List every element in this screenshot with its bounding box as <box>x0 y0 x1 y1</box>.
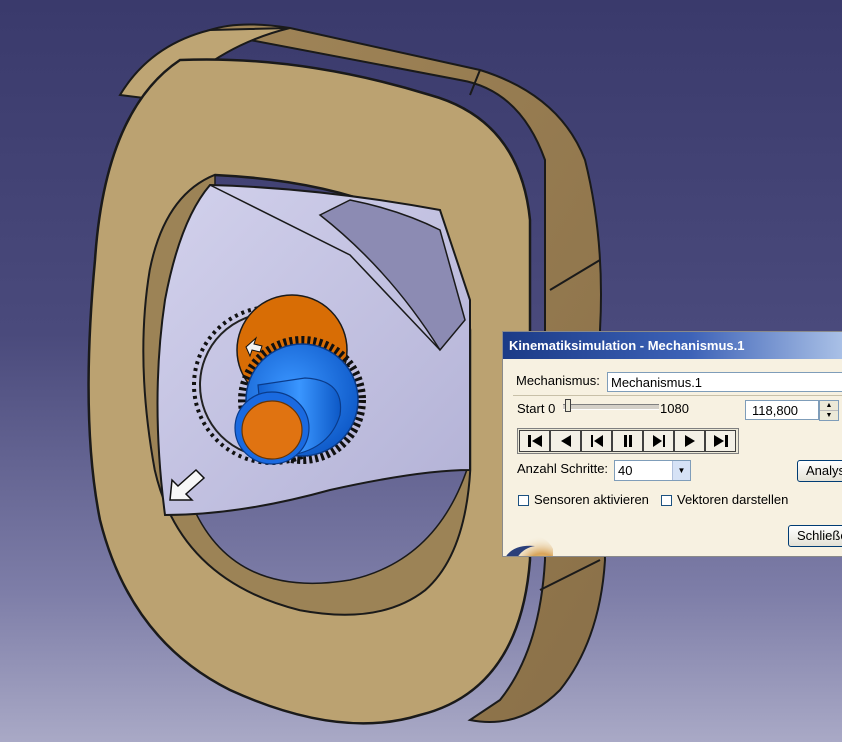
current-value-field[interactable]: 118,800 <box>745 400 819 420</box>
close-button[interactable]: Schließen <box>788 525 842 547</box>
chevron-down-icon[interactable]: ▼ <box>672 461 690 480</box>
skip-to-start-icon <box>527 435 542 447</box>
play-backward-button[interactable] <box>550 430 581 452</box>
slider-end-label: 1080 <box>660 401 689 416</box>
play-forward-button[interactable] <box>674 430 705 452</box>
step-forward-icon <box>652 435 665 447</box>
vectors-checkbox[interactable] <box>661 495 672 506</box>
mechanism-label: Mechanismus: <box>516 373 600 388</box>
step-forward-button[interactable] <box>643 430 674 452</box>
spin-down-icon[interactable]: ▼ <box>820 411 838 420</box>
separator <box>513 395 842 396</box>
step-backward-button[interactable] <box>581 430 612 452</box>
simulation-slider-thumb[interactable] <box>564 399 571 412</box>
value-spinner[interactable]: ▲ ▼ <box>819 400 839 421</box>
sensors-checkbox[interactable] <box>518 495 529 506</box>
pause-button[interactable] <box>612 430 643 452</box>
dialog-title[interactable]: Kinematiksimulation - Mechanismus.1 <box>503 332 842 359</box>
sensors-label: Sensoren aktivieren <box>534 492 649 507</box>
step-backward-icon <box>590 435 603 447</box>
play-backward-icon <box>560 435 571 447</box>
steps-value: 40 <box>618 463 633 478</box>
player-controls <box>517 428 739 454</box>
spin-up-icon[interactable]: ▲ <box>820 401 838 411</box>
play-forward-icon <box>684 435 695 447</box>
mechanism-field[interactable]: Mechanismus.1 <box>607 372 842 392</box>
skip-to-end-button[interactable] <box>705 430 736 452</box>
catia-logo-icon <box>506 536 553 556</box>
shaft-orange-face <box>241 400 303 460</box>
steps-select[interactable]: 40 ▼ <box>614 460 691 481</box>
steps-label: Anzahl Schritte: <box>517 461 609 476</box>
slider-start-label: Start 0 <box>517 401 556 416</box>
skip-to-start-button[interactable] <box>519 430 550 452</box>
kinematics-simulation-dialog[interactable]: Kinematiksimulation - Mechanismus.1 Mech… <box>502 331 842 557</box>
skip-to-end-icon <box>713 435 728 447</box>
analysis-button[interactable]: Analyse <box>797 460 842 482</box>
simulation-slider-track[interactable] <box>563 404 659 410</box>
vectors-label: Vektoren darstellen <box>677 492 789 507</box>
pause-icon <box>623 435 632 447</box>
